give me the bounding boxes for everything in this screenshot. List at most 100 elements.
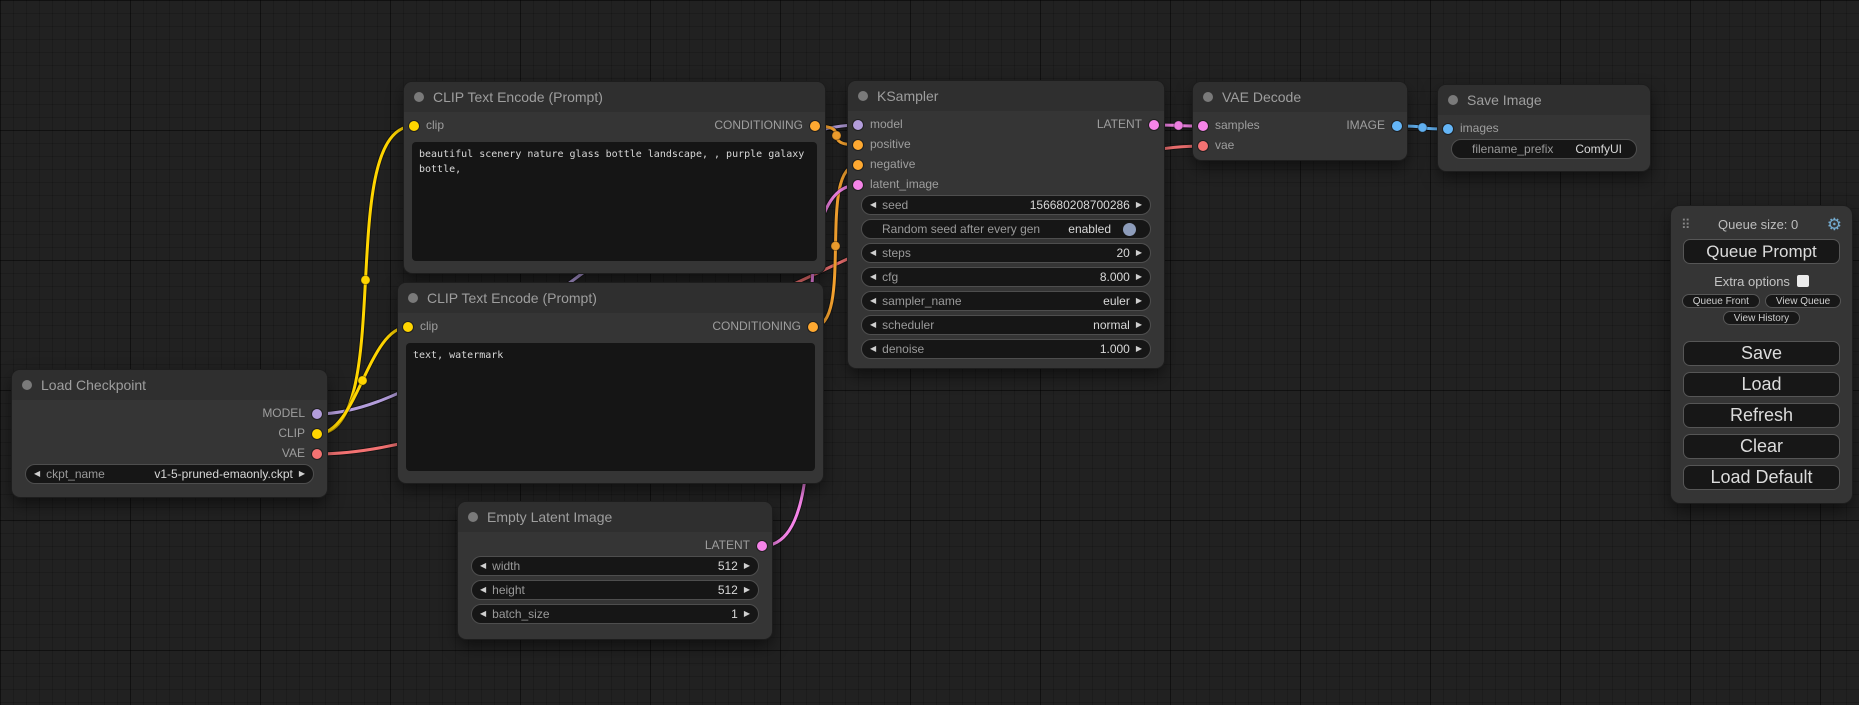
widget-value: ComfyUI bbox=[1575, 142, 1622, 156]
widget-value: 512 bbox=[718, 559, 738, 573]
clip-input-slot[interactable] bbox=[409, 121, 419, 131]
cfg-widget[interactable]: ◀cfg8.000▶ bbox=[861, 267, 1151, 287]
latent_image-input-slot[interactable] bbox=[853, 180, 863, 190]
increment-arrow-icon[interactable]: ▶ bbox=[1136, 297, 1142, 305]
queue-front-button[interactable]: Queue Front bbox=[1682, 294, 1760, 308]
prompt-textarea[interactable]: beautiful scenery nature glass bottle la… bbox=[412, 142, 817, 261]
ckpt_name-widget[interactable]: ◀ ckpt_name v1-5-pruned-emaonly.ckpt ▶ bbox=[25, 464, 314, 484]
load-button[interactable]: Load bbox=[1683, 372, 1840, 397]
output-slot-label: IMAGE bbox=[1346, 118, 1385, 132]
settings-gear-icon[interactable]: ⚙ bbox=[1827, 216, 1842, 233]
negative-input-slot[interactable] bbox=[853, 160, 863, 170]
vae-input-slot[interactable] bbox=[1198, 141, 1208, 151]
input-slot-label: negative bbox=[870, 157, 915, 171]
VAE-output-slot[interactable] bbox=[312, 449, 322, 459]
node-clip-text-encode-1[interactable]: CLIP Text Encode (Prompt)clipCONDITIONIN… bbox=[404, 82, 825, 273]
collapse-dot-icon[interactable] bbox=[414, 92, 424, 102]
collapse-dot-icon[interactable] bbox=[858, 91, 868, 101]
MODEL-output-slot[interactable] bbox=[312, 409, 322, 419]
increment-arrow-icon[interactable]: ▶ bbox=[1136, 201, 1142, 209]
view-queue-button[interactable]: View Queue bbox=[1765, 294, 1841, 308]
node-empty-latent-image[interactable]: Empty Latent ImageLATENT◀width512▶◀heigh… bbox=[458, 502, 772, 639]
width-widget[interactable]: ◀width512▶ bbox=[471, 556, 759, 576]
widget-label: ckpt_name bbox=[46, 467, 105, 481]
widget-label: steps bbox=[882, 246, 911, 260]
seed-widget[interactable]: ◀seed156680208700286▶ bbox=[861, 195, 1151, 215]
decrement-arrow-icon[interactable]: ◀ bbox=[870, 201, 876, 209]
slot-row: negative bbox=[848, 155, 1164, 175]
steps-widget[interactable]: ◀steps20▶ bbox=[861, 243, 1151, 263]
drag-handle-icon[interactable]: ⠿ bbox=[1681, 218, 1690, 231]
queue-panel: ⠿ Queue size: 0 ⚙ Queue Prompt Extra opt… bbox=[1671, 206, 1852, 503]
widget-value: normal bbox=[1093, 318, 1130, 332]
widget-label: Random seed after every gen bbox=[882, 222, 1040, 236]
increment-arrow-icon[interactable]: ▶ bbox=[1136, 273, 1142, 281]
decrement-arrow-icon[interactable]: ◀ bbox=[870, 249, 876, 257]
increment-arrow-icon[interactable]: ▶ bbox=[744, 586, 750, 594]
node-load-checkpoint[interactable]: Load CheckpointMODELCLIPVAE◀ckpt_namev1-… bbox=[12, 370, 327, 497]
model-input-slot[interactable] bbox=[853, 120, 863, 130]
node-title: CLIP Text Encode (Prompt) bbox=[398, 283, 823, 313]
node-vae-decode[interactable]: VAE DecodesamplesIMAGEvae bbox=[1193, 82, 1407, 160]
decrement-arrow-icon[interactable]: ◀ bbox=[870, 321, 876, 329]
denoise-widget[interactable]: ◀denoise1.000▶ bbox=[861, 339, 1151, 359]
decrement-arrow-icon[interactable]: ◀ bbox=[870, 297, 876, 305]
images-input-slot[interactable] bbox=[1443, 124, 1453, 134]
view-history-button[interactable]: View History bbox=[1723, 311, 1800, 325]
decrement-arrow-icon[interactable]: ◀ bbox=[870, 345, 876, 353]
increment-arrow-icon[interactable]: ▶ bbox=[744, 610, 750, 618]
increment-arrow-icon[interactable]: ▶ bbox=[1136, 321, 1142, 329]
refresh-button[interactable]: Refresh bbox=[1683, 403, 1840, 428]
input-slot-label: samples bbox=[1215, 118, 1260, 132]
decrement-arrow-icon[interactable]: ◀ bbox=[480, 586, 486, 594]
widget-label: filename_prefix bbox=[1472, 142, 1553, 156]
filename_prefix-widget[interactable]: filename_prefix ComfyUI bbox=[1451, 139, 1637, 159]
sampler_name-widget[interactable]: ◀sampler_nameeuler▶ bbox=[861, 291, 1151, 311]
prompt-textarea[interactable]: text, watermark bbox=[406, 343, 815, 471]
batch_size-widget[interactable]: ◀batch_size1▶ bbox=[471, 604, 759, 624]
positive-input-slot[interactable] bbox=[853, 140, 863, 150]
samples-input-slot[interactable] bbox=[1198, 121, 1208, 131]
increment-arrow-icon[interactable]: ▶ bbox=[1136, 345, 1142, 353]
node-title-label: Empty Latent Image bbox=[487, 509, 612, 525]
decrement-arrow-icon[interactable]: ◀ bbox=[480, 610, 486, 618]
Random seed after every gen-widget[interactable]: Random seed after every genenabled bbox=[861, 219, 1151, 239]
decrement-arrow-icon[interactable]: ◀ bbox=[480, 562, 486, 570]
collapse-dot-icon[interactable] bbox=[1203, 92, 1213, 102]
node-canvas[interactable]: Load CheckpointMODELCLIPVAE◀ckpt_namev1-… bbox=[0, 0, 1859, 705]
widget-value: v1-5-pruned-emaonly.ckpt bbox=[154, 467, 293, 481]
scheduler-widget[interactable]: ◀schedulernormal▶ bbox=[861, 315, 1151, 335]
node-ksampler[interactable]: KSamplermodelLATENTpositivenegativelaten… bbox=[848, 81, 1164, 368]
decrement-arrow-icon[interactable]: ◀ bbox=[870, 273, 876, 281]
load-default-button[interactable]: Load Default bbox=[1683, 465, 1840, 490]
slot-row: LATENT bbox=[458, 536, 772, 556]
extra-options-checkbox[interactable] bbox=[1797, 275, 1809, 287]
collapse-dot-icon[interactable] bbox=[22, 380, 32, 390]
clip-input-slot[interactable] bbox=[403, 322, 413, 332]
slot-row: CLIP bbox=[12, 424, 327, 444]
node-save-image[interactable]: Save Imageimagesfilename_prefixComfyUI bbox=[1438, 85, 1650, 171]
LATENT-output-slot[interactable] bbox=[1149, 120, 1159, 130]
clear-button[interactable]: Clear bbox=[1683, 434, 1840, 459]
CONDITIONING-output-slot[interactable] bbox=[810, 121, 820, 131]
increment-arrow-icon[interactable]: ▶ bbox=[1136, 249, 1142, 257]
queue-prompt-button[interactable]: Queue Prompt bbox=[1683, 239, 1840, 264]
collapse-dot-icon[interactable] bbox=[1448, 95, 1458, 105]
IMAGE-output-slot[interactable] bbox=[1392, 121, 1402, 131]
CLIP-output-slot[interactable] bbox=[312, 429, 322, 439]
slot-row: latent_image bbox=[848, 175, 1164, 195]
LATENT-output-slot[interactable] bbox=[757, 541, 767, 551]
toggle-dot-icon[interactable] bbox=[1123, 223, 1136, 236]
node-clip-text-encode-2[interactable]: CLIP Text Encode (Prompt)clipCONDITIONIN… bbox=[398, 283, 823, 483]
slot-row: images bbox=[1438, 119, 1650, 139]
height-widget[interactable]: ◀height512▶ bbox=[471, 580, 759, 600]
decrement-arrow-icon[interactable]: ◀ bbox=[34, 470, 40, 478]
slot-row: samples IMAGE bbox=[1193, 116, 1407, 136]
save-button[interactable]: Save bbox=[1683, 341, 1840, 366]
collapse-dot-icon[interactable] bbox=[468, 512, 478, 522]
increment-arrow-icon[interactable]: ▶ bbox=[299, 470, 305, 478]
collapse-dot-icon[interactable] bbox=[408, 293, 418, 303]
node-body: LATENT◀width512▶◀height512▶◀batch_size1▶ bbox=[458, 532, 772, 639]
CONDITIONING-output-slot[interactable] bbox=[808, 322, 818, 332]
increment-arrow-icon[interactable]: ▶ bbox=[744, 562, 750, 570]
